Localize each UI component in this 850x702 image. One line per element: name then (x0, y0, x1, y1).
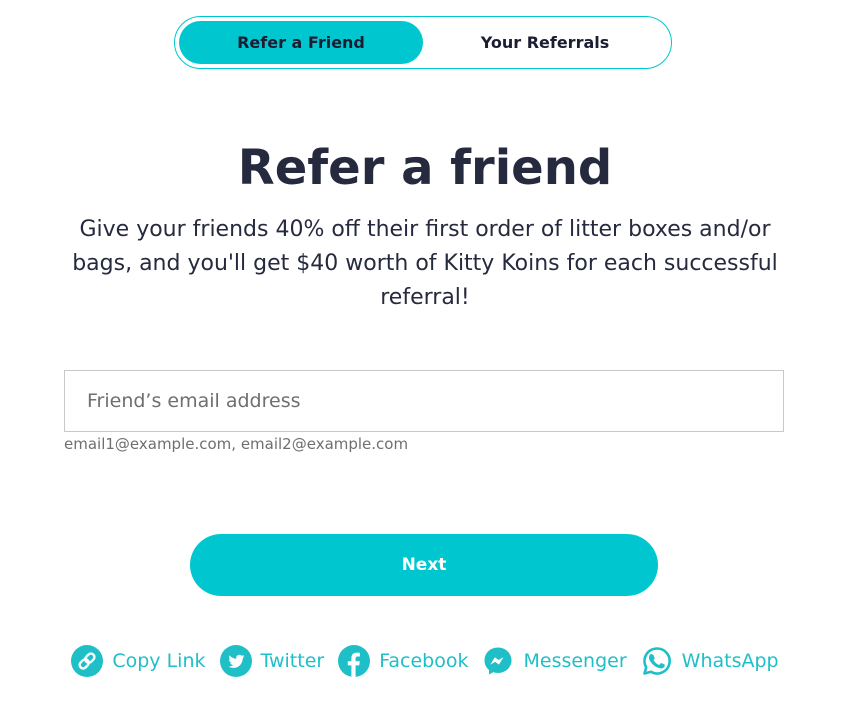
share-facebook[interactable]: Facebook (338, 644, 468, 678)
share-whatsapp-label: WhatsApp (681, 650, 779, 672)
share-messenger-label: Messenger (523, 650, 627, 672)
share-twitter-label: Twitter (260, 650, 325, 672)
messenger-icon (484, 647, 512, 675)
share-copy-link[interactable]: Copy Link (71, 644, 206, 678)
twitter-icon (219, 645, 252, 677)
referral-description: Give your friends 40% off their first or… (72, 217, 778, 310)
share-twitter[interactable]: Twitter (219, 644, 325, 678)
page-title: Refer a friend (237, 140, 613, 196)
facebook-icon (338, 645, 371, 677)
share-facebook-label: Facebook (379, 650, 469, 672)
tab-refer-a-friend[interactable]: Refer a Friend (179, 21, 423, 64)
share-options: Copy Link Twitter Facebook Messenger Wha… (0, 644, 850, 678)
link-icon (71, 645, 104, 677)
email-hint: email1@example.com, email2@example.com (64, 435, 409, 453)
share-whatsapp[interactable]: WhatsApp (641, 644, 779, 678)
friend-email-input[interactable] (64, 370, 784, 432)
share-messenger[interactable]: Messenger (482, 644, 627, 678)
tab-your-referrals[interactable]: Your Referrals (423, 21, 667, 64)
next-button[interactable]: Next (190, 534, 658, 596)
whatsapp-icon (642, 647, 671, 675)
referral-tabs: Refer a Friend Your Referrals (174, 16, 672, 69)
share-copy-link-label: Copy Link (112, 650, 206, 672)
